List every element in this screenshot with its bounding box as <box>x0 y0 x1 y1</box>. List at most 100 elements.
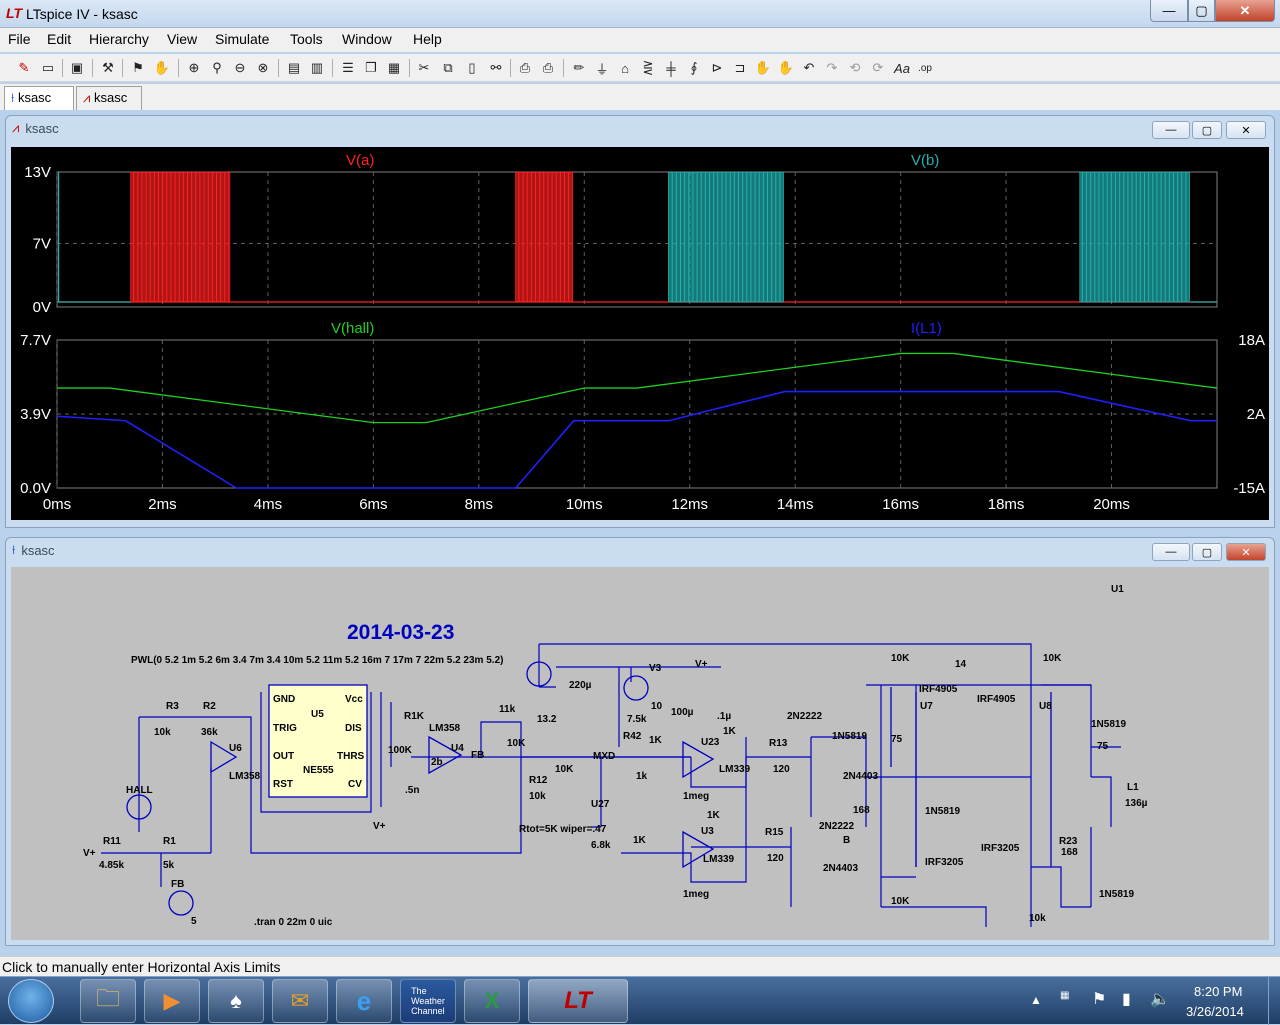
x-tick-label[interactable]: 4ms <box>254 496 282 513</box>
tile-vertical-icon[interactable]: ▦ <box>384 58 404 78</box>
schematic-maximize-button[interactable]: ▢ <box>1192 543 1222 561</box>
menu-file[interactable]: File <box>8 31 31 47</box>
pwl-directive[interactable]: PWL(0 5.2 1m 5.2 6m 3.4 7m 3.4 10m 5.2 1… <box>131 655 503 666</box>
menu-simulate[interactable]: Simulate <box>215 31 269 47</box>
rotate-icon[interactable]: ⟲ <box>845 58 865 78</box>
open-icon[interactable]: ▭ <box>38 58 58 78</box>
y-right-tick-label[interactable]: 2A <box>1247 406 1265 423</box>
trace-label-il1[interactable]: I(L1) <box>911 320 942 337</box>
weather-tray-icon[interactable]: ▦ <box>1060 990 1069 1001</box>
move-icon[interactable]: ✋ <box>753 58 773 78</box>
show-desktop-button[interactable] <box>1268 977 1280 1025</box>
close-button[interactable]: ✕ <box>1215 0 1275 22</box>
menu-view[interactable]: View <box>167 31 197 47</box>
zoom-fit-icon[interactable]: ⊗ <box>253 58 273 78</box>
explorer-taskbar-icon[interactable]: 🗀 <box>80 979 136 1023</box>
run-icon[interactable]: ⚑ <box>128 58 148 78</box>
diode-icon[interactable]: ⊳ <box>707 58 727 78</box>
spice-directive-icon[interactable]: .op <box>915 58 935 78</box>
media-player-taskbar-icon[interactable]: ▶ <box>144 979 200 1023</box>
y-tick-label[interactable]: 13V <box>24 164 51 181</box>
copy-icon[interactable]: ⧉ <box>438 58 458 78</box>
internet-explorer-taskbar-icon[interactable]: e <box>336 979 392 1023</box>
tab-schematic[interactable]: ⟊ ksasc <box>4 86 74 110</box>
maximize-button[interactable]: ▢ <box>1188 0 1215 22</box>
print-preview-icon[interactable]: ⎙ <box>515 58 535 78</box>
start-button[interactable] <box>8 979 54 1023</box>
autorange-icon[interactable]: ▤ <box>284 58 304 78</box>
draw-wire-icon[interactable]: ✏ <box>569 58 589 78</box>
menu-tools[interactable]: Tools <box>290 31 323 47</box>
waveform-plot[interactable]: V(a) V(b) V(hall) I(L1) 13V 7V 0V 7.7V 18A 3… <box>11 147 1269 520</box>
mirror-icon[interactable]: ⟳ <box>868 58 888 78</box>
trace-label-va[interactable]: V(a) <box>346 152 374 169</box>
cascade-icon[interactable]: ❐ <box>361 58 381 78</box>
delete-traces-icon[interactable]: ▥ <box>307 58 327 78</box>
menu-help[interactable]: Help <box>413 31 442 47</box>
paste-icon[interactable]: ▯ <box>462 58 482 78</box>
tran-directive[interactable]: .tran 0 22m 0 uic <box>254 917 333 928</box>
zoom-out-icon[interactable]: ⊖ <box>230 58 250 78</box>
control-panel-icon[interactable]: ⚒ <box>98 58 118 78</box>
halt-icon[interactable]: ✋ <box>152 58 172 78</box>
minimize-button[interactable]: — <box>1150 0 1188 22</box>
outlook-taskbar-icon[interactable]: ✉ <box>272 979 328 1023</box>
y-left-tick-label[interactable]: 0.0V <box>20 480 51 497</box>
tab-waveform[interactable]: ⩘ ksasc <box>76 86 142 110</box>
component-icon[interactable]: ⊐ <box>730 58 750 78</box>
trace-label-vb[interactable]: V(b) <box>911 152 939 169</box>
text-icon[interactable]: Aa <box>892 58 912 78</box>
y-tick-label[interactable]: 0V <box>33 299 51 316</box>
waveform-maximize-button[interactable]: ▢ <box>1192 121 1222 139</box>
tile-horizontal-icon[interactable]: ☰ <box>338 58 358 78</box>
save-icon[interactable]: ▣ <box>67 58 87 78</box>
schematic-minimize-button[interactable]: — <box>1152 543 1190 561</box>
cut-icon[interactable]: ✂ <box>414 58 434 78</box>
x-tick-label[interactable]: 16ms <box>882 496 919 513</box>
resistor-icon[interactable]: ⋛ <box>638 58 658 78</box>
capacitor-icon[interactable]: ╪ <box>661 58 681 78</box>
x-tick-label[interactable]: 18ms <box>988 496 1025 513</box>
redo-icon[interactable]: ↷ <box>822 58 842 78</box>
x-tick-label[interactable]: 10ms <box>566 496 603 513</box>
y-right-tick-label[interactable]: 18A <box>1238 332 1265 349</box>
spider-solitaire-taskbar-icon[interactable]: ♠ <box>208 979 264 1023</box>
clock-time[interactable]: 8:20 PM <box>1194 984 1242 999</box>
print-icon[interactable]: ⎙ <box>538 58 558 78</box>
x-tick-label[interactable]: 0ms <box>43 496 71 513</box>
action-center-icon[interactable]: ⚑ <box>1092 989 1106 1009</box>
y-left-tick-label[interactable]: 7.7V <box>20 332 51 349</box>
label-net-icon[interactable]: ⌂ <box>615 58 635 78</box>
pan-icon[interactable]: ⚲ <box>207 58 227 78</box>
menu-window[interactable]: Window <box>342 31 392 47</box>
y-left-tick-label[interactable]: 3.9V <box>20 406 51 423</box>
menu-hierarchy[interactable]: Hierarchy <box>89 31 149 47</box>
volume-icon[interactable]: 🔈 <box>1150 989 1170 1009</box>
inductor-icon[interactable]: ∮ <box>684 58 704 78</box>
excel-taskbar-icon[interactable]: X <box>464 979 520 1023</box>
x-tick-label[interactable]: 14ms <box>777 496 814 513</box>
schematic-canvas[interactable]: 2014-03-23 PWL(0 5.2 1m 5.2 6m 3.4 7m 3.… <box>11 567 1269 940</box>
x-tick-label[interactable]: 12ms <box>671 496 708 513</box>
network-icon[interactable]: ▮ <box>1122 989 1131 1009</box>
x-tick-label[interactable]: 2ms <box>148 496 176 513</box>
menu-edit[interactable]: Edit <box>47 31 71 47</box>
new-schematic-icon[interactable]: ✎ <box>14 58 34 78</box>
drag-icon[interactable]: ✋ <box>776 58 796 78</box>
find-icon[interactable]: ⚯ <box>486 58 506 78</box>
y-tick-label[interactable]: 7V <box>33 236 51 253</box>
x-tick-label[interactable]: 20ms <box>1093 496 1130 513</box>
schematic-close-button[interactable]: ✕ <box>1226 543 1266 561</box>
x-tick-label[interactable]: 6ms <box>359 496 387 513</box>
x-tick-label[interactable]: 8ms <box>465 496 493 513</box>
ground-icon[interactable]: ⏚ <box>592 58 612 78</box>
waveform-minimize-button[interactable]: — <box>1152 121 1190 139</box>
ltspice-taskbar-icon[interactable]: LT <box>528 979 628 1023</box>
undo-icon[interactable]: ↶ <box>799 58 819 78</box>
waveform-close-button[interactable]: ✕ <box>1226 121 1266 139</box>
show-hidden-icons-icon[interactable]: ▲ <box>1030 993 1042 1007</box>
zoom-in-icon[interactable]: ⊕ <box>184 58 204 78</box>
y-right-tick-label[interactable]: -15A <box>1233 480 1265 497</box>
weather-channel-taskbar-icon[interactable]: The Weather Channel <box>400 979 456 1023</box>
trace-label-vhall[interactable]: V(hall) <box>331 320 374 337</box>
